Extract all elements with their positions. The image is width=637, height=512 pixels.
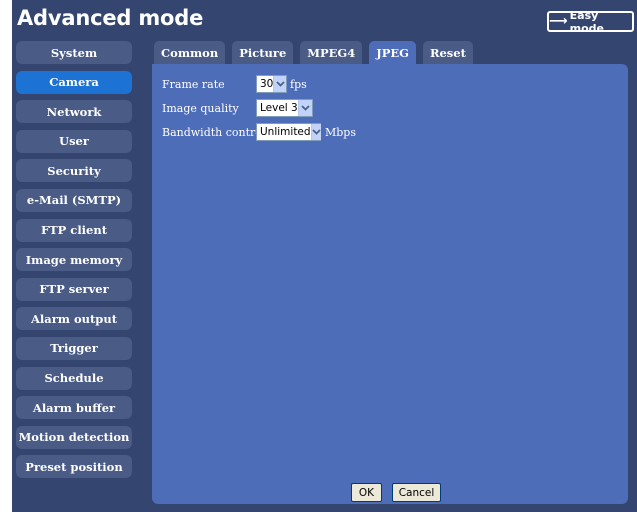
bandwidth-control-unit: Mbps <box>325 126 356 139</box>
sidebar-item-network[interactable]: Network <box>16 100 132 124</box>
tab-picture[interactable]: Picture <box>232 41 294 64</box>
image-quality-value: Level 3 <box>260 102 298 114</box>
arrow-right-icon: ⟶ <box>549 14 568 29</box>
sidebar-item-ftp-server[interactable]: FTP server <box>16 277 132 301</box>
sidebar-item-preset-position[interactable]: Preset position <box>16 455 132 479</box>
sidebar-item-alarm-output[interactable]: Alarm output <box>16 307 132 331</box>
page-title: Advanced mode <box>17 6 204 30</box>
bandwidth-control-label: Bandwidth control <box>162 125 266 139</box>
chevron-down-icon <box>297 100 312 116</box>
sidebar-menu: System Camera Network User Security e-Ma… <box>16 41 132 485</box>
frame-rate-value: 30 <box>260 78 274 90</box>
easy-mode-button[interactable]: ⟶ Easy mode <box>547 8 634 35</box>
tab-reset[interactable]: Reset <box>422 41 473 64</box>
sidebar-item-schedule[interactable]: Schedule <box>16 366 132 390</box>
frame-rate-select[interactable]: 30 <box>256 75 287 93</box>
frame-rate-label: Frame rate <box>162 77 225 91</box>
sidebar-item-trigger[interactable]: Trigger <box>16 336 132 360</box>
frame-rate-unit: fps <box>290 78 307 91</box>
sidebar-item-user[interactable]: User <box>16 129 132 153</box>
sidebar-item-motion-detection[interactable]: Motion detection <box>16 425 132 449</box>
image-quality-label: Image quality <box>162 101 239 115</box>
tab-mpeg4[interactable]: MPEG4 <box>300 41 363 64</box>
chevron-down-icon <box>310 124 321 140</box>
bandwidth-control-row: Bandwidth control <box>162 123 265 141</box>
tab-common[interactable]: Common <box>154 41 226 64</box>
frame-rate-row: Frame rate <box>162 75 225 93</box>
ok-button[interactable]: OK <box>351 483 382 502</box>
bandwidth-control-value: Unlimited <box>260 126 311 138</box>
sidebar-item-security[interactable]: Security <box>16 159 132 183</box>
sidebar-item-email-smtp[interactable]: e-Mail (SMTP) <box>16 188 132 212</box>
sidebar-item-ftp-client[interactable]: FTP client <box>16 218 132 242</box>
cancel-button[interactable]: Cancel <box>392 483 441 502</box>
jpeg-settings-panel: Frame rate 30 fps Image quality Level 3 … <box>152 64 628 504</box>
bandwidth-control-select[interactable]: Unlimited <box>256 123 321 141</box>
tab-jpeg[interactable]: JPEG <box>369 41 416 65</box>
header-bar: Advanced mode ⟶ Easy mode <box>12 0 637 36</box>
sidebar-item-alarm-buffer[interactable]: Alarm buffer <box>16 396 132 420</box>
sidebar-item-image-memory[interactable]: Image memory <box>16 248 132 272</box>
sidebar-item-camera[interactable]: Camera <box>16 70 132 94</box>
tab-bar: Common Picture MPEG4 JPEG Reset <box>154 41 480 65</box>
image-quality-select[interactable]: Level 3 <box>256 99 313 117</box>
image-quality-row: Image quality <box>162 99 239 117</box>
chevron-down-icon <box>273 76 286 92</box>
easy-mode-label: Easy mode <box>569 8 604 35</box>
sidebar-item-system[interactable]: System <box>16 41 132 64</box>
